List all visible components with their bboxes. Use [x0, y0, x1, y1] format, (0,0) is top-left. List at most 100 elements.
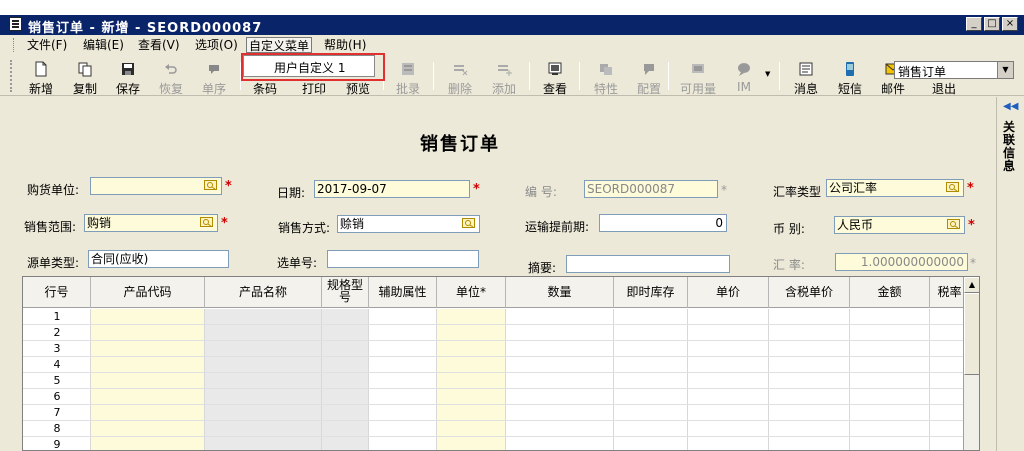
scroll-thumb[interactable] — [964, 293, 979, 375]
toolbar-separator — [433, 62, 434, 90]
toolbar-button-11[interactable]: 查看 — [540, 59, 570, 96]
toolbar-button-label: 打印 — [301, 82, 326, 96]
chevron-down-icon[interactable]: ▼ — [997, 62, 1013, 78]
toolbar-button-label: 条码 — [252, 82, 277, 96]
grid-header-cell[interactable]: 含税单价 — [769, 277, 850, 308]
grid-header-cell[interactable]: 金额 — [850, 277, 930, 308]
bill-type-select[interactable]: 销售订单 ▼ — [894, 61, 1014, 79]
grid-header-cell[interactable]: 单位* — [437, 277, 506, 308]
sales-scope-field[interactable]: 购销 — [84, 214, 218, 232]
toolbar-button-label: 可用量 — [679, 82, 716, 96]
transport-field[interactable]: 0 — [599, 214, 727, 232]
rate-field[interactable]: 1.000000000000 — [835, 253, 968, 271]
related-info-panel[interactable]: ◀◀ 关联信息 — [996, 97, 1024, 451]
menubar-grip — [13, 38, 16, 52]
toolbar-separator — [579, 62, 580, 90]
toolbar-button-13[interactable]: 配置 — [634, 59, 664, 96]
toolbar-button-label: 退出 — [931, 82, 956, 96]
row-number: 7 — [53, 406, 61, 419]
toolbar-button-14[interactable]: 可用量 — [678, 59, 718, 96]
row-number: 6 — [53, 390, 61, 403]
toolbar-button-label: 添加 — [491, 82, 516, 96]
copy-icon — [78, 62, 92, 77]
rate-type-field[interactable]: 公司汇率 — [826, 179, 964, 197]
lookup-icon[interactable] — [200, 216, 214, 228]
menu-bar: 文件(F) 编辑(E) 查看(V) 选项(O) 自定义菜单 帮助(H) — [0, 35, 1024, 55]
toolbar-button-3[interactable]: 恢复 — [156, 59, 186, 96]
toolbar-button-4[interactable]: 单序 — [199, 59, 229, 96]
summary-field[interactable] — [566, 255, 730, 273]
row-number: 8 — [53, 422, 61, 435]
table-row[interactable]: 6 — [23, 389, 963, 405]
close-button[interactable]: × — [1002, 17, 1018, 31]
menu-options[interactable]: 选项(O) — [193, 37, 240, 53]
vertical-scrollbar[interactable]: ▲ — [963, 277, 979, 450]
toolbar-button-0[interactable]: 新增 — [26, 59, 56, 96]
toolbar-button-9[interactable]: 删除 — [445, 59, 475, 96]
grid-header-cell[interactable]: 行号 — [23, 277, 91, 308]
source-type-field[interactable]: 合同(应收) — [88, 250, 229, 268]
toolbar-button-label: 配置 — [636, 82, 661, 96]
collapse-icon[interactable]: ◀◀ — [1003, 101, 1018, 112]
table-row[interactable]: 4 — [23, 357, 963, 373]
toolbar-button-2[interactable]: 保存 — [113, 59, 143, 96]
batch-icon — [402, 63, 414, 75]
toolbar-separator — [668, 62, 669, 90]
toolbar-button-label: 邮件 — [880, 82, 905, 96]
toolbar-button-label: 复制 — [72, 82, 97, 96]
grid-header-cell[interactable]: 即时库存 — [614, 277, 688, 308]
buyer-field[interactable] — [90, 177, 222, 195]
table-row[interactable]: 7 — [23, 405, 963, 421]
row-number: 4 — [53, 358, 61, 371]
grid-header-cell[interactable]: 数量 — [506, 277, 614, 308]
minimize-button[interactable]: _ — [966, 17, 982, 31]
lookup-icon[interactable] — [204, 179, 218, 191]
sales-scope-label: 销售范围: — [24, 220, 77, 234]
maximize-button[interactable]: □ — [984, 17, 1000, 31]
menu-file[interactable]: 文件(F) — [25, 37, 69, 53]
table-row[interactable]: 1 — [23, 309, 963, 325]
table-row[interactable]: 2 — [23, 325, 963, 341]
toolbar-button-15[interactable]: IM — [729, 59, 759, 95]
add-row-icon — [498, 65, 512, 76]
required-mark: * — [221, 216, 228, 231]
grid-header-cell[interactable]: 单价 — [688, 277, 769, 308]
grid-header-cell[interactable]: 辅助属性 — [369, 277, 437, 308]
menu-view[interactable]: 查看(V) — [136, 37, 182, 53]
toolbar-button-1[interactable]: 复制 — [70, 59, 100, 96]
lookup-icon[interactable] — [947, 218, 961, 230]
scroll-up-icon[interactable]: ▲ — [964, 277, 979, 293]
toolbar-button-12[interactable]: 特性 — [591, 59, 621, 96]
toolbar-button-16[interactable]: 消息 — [791, 59, 821, 96]
toolbar-button-10[interactable]: 添加 — [489, 59, 519, 96]
grid-header-cell[interactable]: 规格型号 — [322, 277, 369, 308]
code-field[interactable]: SEORD000087 — [584, 180, 718, 198]
lookup-icon[interactable] — [462, 217, 476, 229]
table-row[interactable]: 8 — [23, 421, 963, 437]
row-number: 2 — [53, 326, 61, 339]
im-dropdown-icon[interactable]: ▼ — [765, 70, 770, 78]
menu-edit[interactable]: 编辑(E) — [81, 37, 126, 53]
feature-icon — [600, 64, 612, 75]
entry-grid[interactable]: 1 2 3 4 5 6 7 8 9 行号 产品代码 产品名称 规格型号 辅助属性 单位* 数量 即时库存 单价含… — [22, 276, 980, 451]
window-title: 销售订单 - 新增 - SEORD000087 — [28, 21, 263, 36]
table-row[interactable]: 5 — [23, 373, 963, 389]
grid-header-cell[interactable]: 产品代码 — [91, 277, 205, 308]
table-row[interactable]: 3 — [23, 341, 963, 357]
table-row[interactable]: 9 — [23, 437, 963, 450]
lookup-icon[interactable] — [946, 181, 960, 193]
currency-field[interactable]: 人民币 — [834, 216, 965, 234]
menu-custom[interactable]: 自定义菜单 — [246, 37, 313, 53]
select-no-field[interactable] — [327, 250, 479, 268]
date-field[interactable]: 2017-09-07 — [314, 180, 470, 198]
toolbar-button-label: 消息 — [793, 82, 818, 96]
toolbar-button-8[interactable]: 批录 — [393, 59, 423, 96]
toolbar-button-label: IM — [737, 80, 751, 94]
sales-method-field[interactable]: 赊销 — [337, 215, 480, 233]
grid-header-cell[interactable]: 产品名称 — [205, 277, 322, 308]
toolbar-button-17[interactable]: 短信 — [835, 59, 865, 96]
source-type-label: 源单类型: — [27, 256, 80, 270]
transport-label: 运输提前期: — [525, 220, 590, 234]
menu-help[interactable]: 帮助(H) — [322, 37, 368, 53]
bill-type-value: 销售订单 — [898, 65, 947, 79]
